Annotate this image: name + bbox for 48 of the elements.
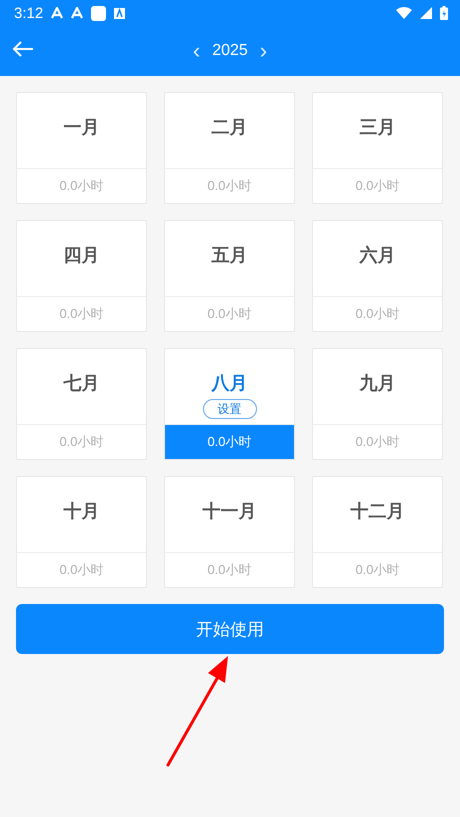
hours-text: 0.0小时	[207, 433, 252, 451]
hours-text: 0.0小时	[59, 433, 104, 451]
hours-text: 0.0小时	[355, 305, 400, 323]
month-card[interactable]: 六月 0.0小时	[312, 220, 443, 332]
month-card[interactable]: 九月 0.0小时	[312, 348, 443, 460]
notification-icon	[71, 7, 84, 19]
month-label: 六月	[360, 244, 396, 266]
status-time: 3:12	[14, 4, 44, 22]
hours-text: 0.0小时	[59, 305, 104, 323]
month-label: 十二月	[350, 500, 404, 522]
month-label: 九月	[360, 372, 396, 394]
hours-text: 0.0小时	[207, 305, 252, 323]
notification-icon	[51, 7, 64, 19]
month-label: 十月	[64, 500, 100, 522]
year-title: 2025	[212, 42, 248, 60]
month-label: 二月	[212, 116, 248, 138]
hours-text: 0.0小时	[355, 561, 400, 579]
hours-text: 0.0小时	[355, 177, 400, 195]
month-card[interactable]: 八月 设置 0.0小时	[164, 348, 295, 460]
month-label: 四月	[64, 244, 100, 266]
month-card[interactable]: 十一月 0.0小时	[164, 476, 295, 588]
hours-text: 0.0小时	[355, 433, 400, 451]
battery-icon	[440, 6, 448, 20]
month-label: 三月	[360, 116, 396, 138]
hours-text: 0.0小时	[207, 177, 252, 195]
hours-text: 0.0小时	[59, 561, 104, 579]
month-label: 七月	[64, 372, 100, 394]
month-label: 五月	[212, 244, 248, 266]
hours-text: 0.0小时	[207, 561, 252, 579]
wifi-icon	[396, 7, 412, 19]
month-label: 十一月	[202, 500, 256, 522]
back-icon[interactable]	[12, 40, 34, 58]
month-card[interactable]: 四月 0.0小时	[16, 220, 147, 332]
month-card[interactable]: 五月 0.0小时	[164, 220, 295, 332]
month-card[interactable]: 二月 0.0小时	[164, 92, 295, 204]
notification-icon	[114, 8, 126, 18]
month-card[interactable]: 七月 0.0小时	[16, 348, 147, 460]
month-label: 一月	[64, 116, 100, 138]
notification-icon	[91, 6, 106, 20]
hours-text: 0.0小时	[59, 177, 104, 195]
month-card[interactable]: 三月 0.0小时	[312, 92, 443, 204]
month-card[interactable]: 一月 0.0小时	[16, 92, 147, 204]
month-card[interactable]: 十二月 0.0小时	[312, 476, 443, 588]
signal-icon	[420, 7, 432, 19]
start-button[interactable]: 开始使用	[16, 604, 444, 654]
month-card[interactable]: 十月 0.0小时	[16, 476, 147, 588]
month-label: 八月	[212, 372, 248, 394]
settings-button[interactable]: 设置	[202, 399, 256, 419]
